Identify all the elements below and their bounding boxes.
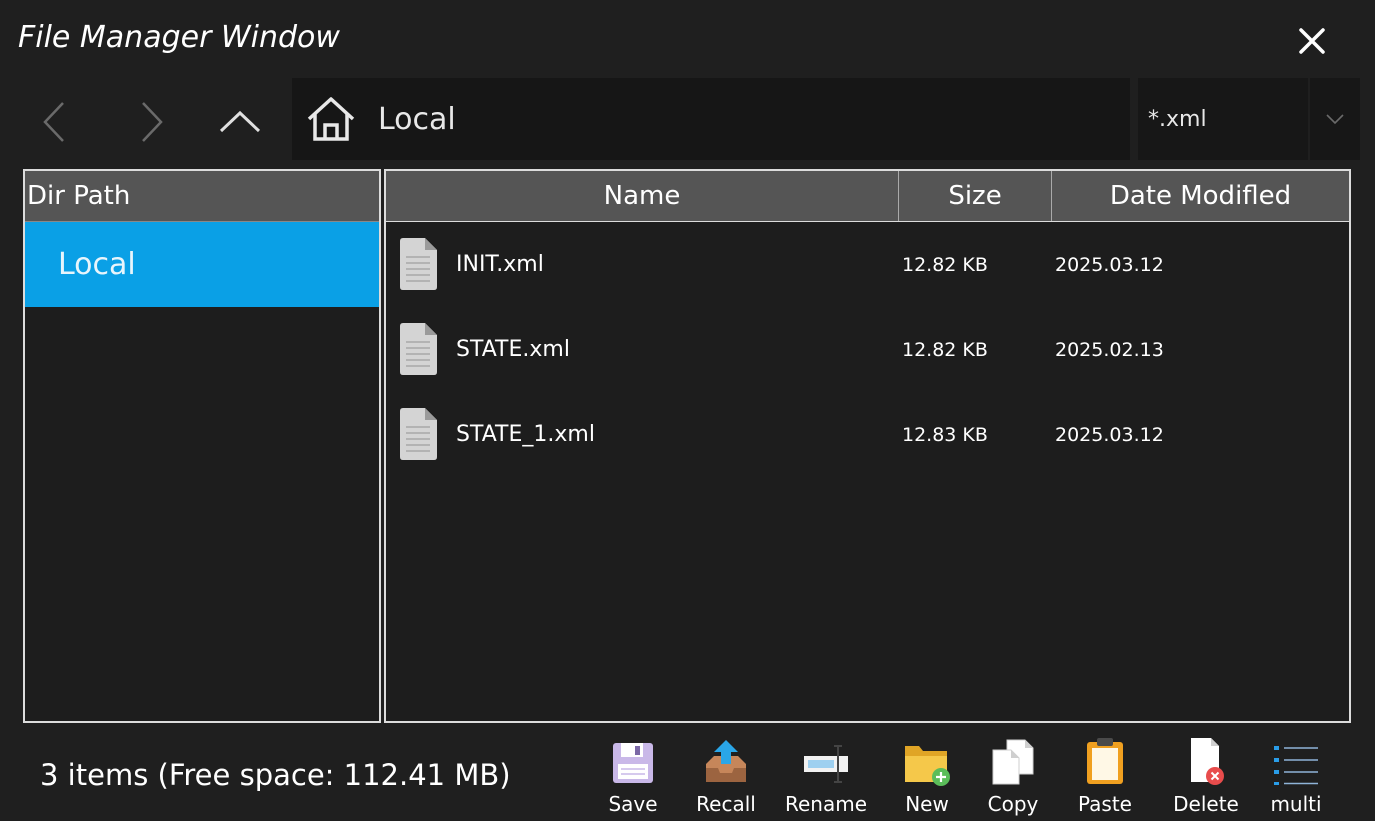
file-filter-select[interactable]: *.xml	[1138, 78, 1308, 160]
status-text: 3 items (Free space: 112.41 MB)	[40, 758, 511, 792]
dir-item-local[interactable]: Local	[25, 222, 379, 307]
paste-clipboard-icon	[1087, 738, 1123, 784]
rename-label: Rename	[784, 792, 868, 816]
file-row[interactable]: INIT.xml 12.82 KB 2025.03.12	[386, 222, 1349, 307]
new-button[interactable]: New	[898, 736, 956, 821]
column-header-name[interactable]: Name	[386, 171, 898, 221]
up-button[interactable]	[210, 92, 270, 152]
copy-label: Copy	[987, 792, 1039, 816]
window-title: File Manager Window	[18, 20, 340, 55]
new-folder-icon	[905, 746, 950, 786]
file-date: 2025.03.12	[1055, 423, 1164, 446]
dir-path-panel: Dir Path Local	[23, 169, 381, 723]
file-date: 2025.03.12	[1055, 253, 1164, 276]
current-path: Local	[378, 101, 456, 137]
file-name: STATE_1.xml	[456, 422, 595, 447]
document-icon	[400, 323, 437, 375]
file-size: 12.83 KB	[902, 423, 988, 446]
column-header-size[interactable]: Size	[898, 171, 1051, 221]
close-button[interactable]	[1286, 18, 1338, 64]
save-button[interactable]: Save	[604, 736, 662, 821]
chevron-down-icon	[1326, 114, 1344, 125]
chevron-up-icon	[219, 110, 261, 133]
column-header-date[interactable]: Date Modifled	[1051, 171, 1349, 221]
file-row[interactable]: STATE.xml 12.82 KB 2025.02.13	[386, 307, 1349, 392]
back-button[interactable]	[24, 92, 84, 152]
chevron-left-icon	[43, 102, 64, 142]
file-list-panel: Name Size Date Modifled INIT.xml 12.82 K…	[384, 169, 1351, 723]
document-icon	[400, 238, 437, 290]
filter-dropdown-button[interactable]	[1310, 78, 1360, 160]
path-bar[interactable]: Local	[292, 78, 1130, 160]
file-size: 12.82 KB	[902, 253, 988, 276]
delete-file-icon	[1191, 738, 1224, 785]
paste-label: Paste	[1078, 792, 1132, 816]
home-button[interactable]	[292, 78, 370, 160]
forward-button[interactable]	[122, 92, 182, 152]
multi-select-list-icon	[1274, 746, 1318, 785]
home-icon	[307, 97, 355, 141]
file-list-header: Name Size Date Modifled	[386, 171, 1349, 222]
document-icon	[400, 408, 437, 460]
recall-tray-icon	[706, 740, 746, 782]
rename-button[interactable]: Rename	[778, 736, 874, 821]
recall-button[interactable]: Recall	[690, 736, 762, 821]
file-name: STATE.xml	[456, 337, 570, 362]
paste-button[interactable]: Paste	[1068, 736, 1142, 821]
dir-path-header: Dir Path	[25, 171, 379, 222]
floppy-disk-icon	[613, 743, 653, 783]
chevron-right-icon	[142, 102, 163, 142]
rename-icon	[804, 745, 848, 783]
file-row[interactable]: STATE_1.xml 12.83 KB 2025.03.12	[386, 392, 1349, 477]
save-label: Save	[608, 792, 658, 816]
file-size: 12.82 KB	[902, 338, 988, 361]
delete-label: Delete	[1173, 792, 1239, 816]
file-date: 2025.02.13	[1055, 338, 1164, 361]
copy-button[interactable]: Copy	[980, 736, 1046, 821]
multi-label: multi	[1270, 792, 1322, 816]
close-icon	[1299, 28, 1325, 54]
new-label: New	[905, 792, 949, 816]
multi-select-button[interactable]: multi	[1266, 736, 1326, 821]
file-name: INIT.xml	[456, 252, 544, 277]
copy-icon	[992, 739, 1034, 785]
delete-button[interactable]: Delete	[1166, 736, 1246, 821]
recall-label: Recall	[696, 792, 756, 816]
